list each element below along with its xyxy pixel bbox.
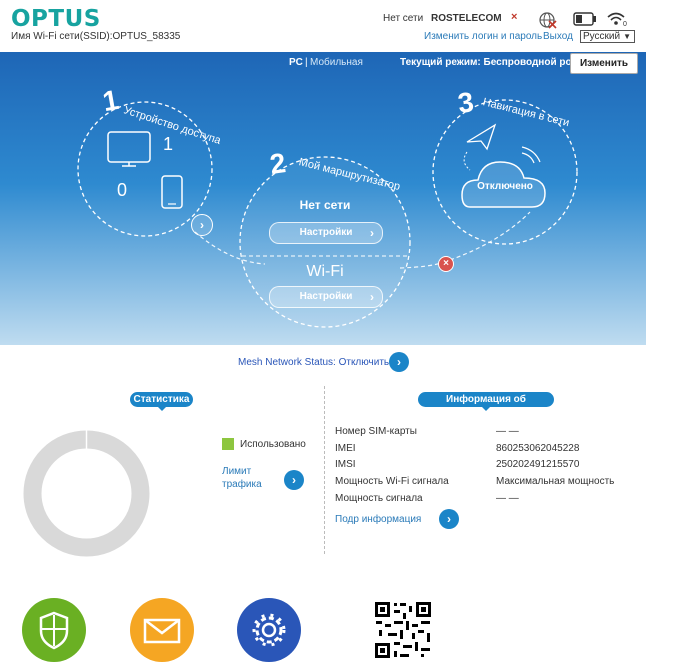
info-value-imei: 860253062045228 [496,443,580,454]
device-info-title: Информация об устройстве [418,392,554,420]
no-signal-mark: × [511,11,518,23]
mesh-toggle-button[interactable]: › [389,352,409,372]
traffic-limit-link-line2[interactable]: трафика [222,479,262,490]
info-value-imsi: 250202491215570 [496,459,580,470]
wifi-label: Wi-Fi [306,263,344,280]
mail-icon [143,618,181,644]
info-label-imei: IMEI [335,443,356,454]
wifi-settings-label: Настройки [299,291,353,302]
globe-disconnected-icon [538,11,558,32]
mesh-status-label: Mesh Network Status: Отключить [238,357,390,368]
info-value-wifi-power: Максимальная мощность [496,476,615,487]
net-settings-label: Настройки [299,227,353,238]
more-info-link[interactable]: Подр информация [335,514,421,525]
info-label-sim: Номер SIM-карты [335,426,417,437]
chevron-right-icon: › [370,226,374,240]
logout-link[interactable]: Выход [543,31,573,42]
topology-panel: 1 Устройство доступа 1 0 › 2 Мой маршрут… [0,52,646,345]
wifi-settings-button[interactable]: Настройки › [269,286,383,308]
pc-count: 1 [163,134,174,154]
computer-icon [107,131,151,167]
traffic-limit-button[interactable]: › [284,470,304,490]
security-button[interactable] [22,598,86,662]
pc-view-link[interactable]: PC [289,57,303,68]
qr-code [374,601,432,659]
ssid-label: Имя Wi-Fi сети(SSID):OPTUS_58335 [11,31,181,42]
used-legend-swatch [222,438,234,450]
chevron-right-icon: › [447,512,451,526]
net-settings-button[interactable]: Настройки › [269,222,383,244]
network-status: Нет сети [383,13,424,24]
cloud-status: Отключено [477,181,533,192]
info-label-wifi-power: Мощность Wi-Fi сигнала [335,476,449,487]
language-select-value: Русский [583,31,621,42]
chevron-right-icon: › [397,355,401,369]
messages-button[interactable] [130,598,194,662]
chevron-right-icon: › [370,290,374,304]
info-value-signal: — — [496,493,519,504]
info-label-signal: Мощность сигнала [335,493,423,504]
chevron-right-icon: › [292,473,296,487]
more-info-button[interactable]: › [439,509,459,529]
traffic-donut-chart [23,430,150,557]
chevron-right-icon: › [200,218,204,232]
battery-icon [573,12,597,29]
mobile-view-link[interactable]: Мобильная [310,57,363,68]
current-mode-label: Текущий режим: Беспроводной роутер [400,57,594,68]
statistics-title: Статистика [130,392,193,411]
shield-icon [39,611,69,650]
section-divider [324,386,325,554]
chevron-down-icon: ▼ [623,32,631,41]
change-mode-button[interactable]: Изменить [570,53,638,74]
change-login-link[interactable]: Изменить логин и пароль [424,31,542,42]
svg-text:0: 0 [623,21,627,27]
settings-gear-icon [252,613,286,647]
view-separator: | [305,57,308,68]
router-net-status: Нет сети [299,198,351,212]
used-legend-label: Использовано [240,439,306,450]
info-label-imsi: IMSI [335,459,356,470]
devices-next-button[interactable]: › [191,214,213,236]
connection-error-icon: × [438,256,454,272]
optus-logo: OPTUS [11,6,101,32]
top-header: OPTUS Имя Wi-Fi сети(SSID):OPTUS_58335 Н… [0,0,646,52]
wifi-icon: 0 [606,11,628,30]
settings-button[interactable] [237,598,301,662]
language-select[interactable]: Русский ▼ [580,30,635,43]
traffic-limit-link-line1[interactable]: Лимит [222,466,251,477]
operator-name: ROSTELECOM [431,13,502,24]
info-value-sim: — — [496,426,519,437]
